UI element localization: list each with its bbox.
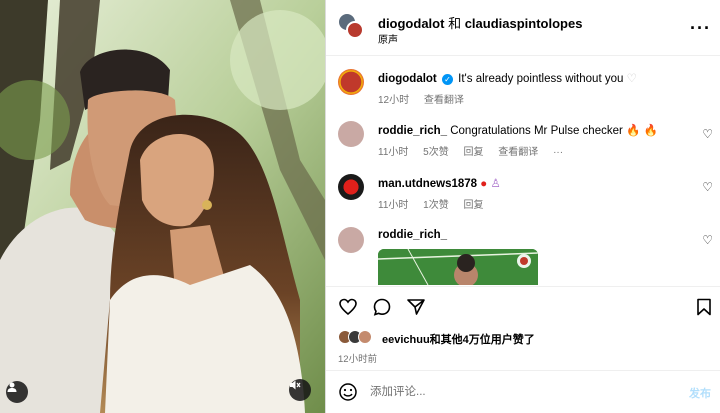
- post-media[interactable]: [0, 0, 325, 413]
- mute-icon: [290, 380, 301, 390]
- author-link[interactable]: diogodalot: [378, 16, 444, 31]
- comment-username[interactable]: roddie_rich_: [378, 125, 447, 137]
- avatar[interactable]: [346, 21, 364, 39]
- caption-meta: 12小时 查看翻译: [378, 91, 476, 106]
- post-panel: diogodalot 和 claudiaspintolopes 原声 ··· d…: [325, 0, 720, 413]
- translate-link[interactable]: 查看翻译: [424, 95, 464, 106]
- avatar[interactable]: [338, 69, 364, 95]
- fire-emoji-icon: 🔥 🔥: [626, 125, 658, 137]
- heart-icon[interactable]: ♡: [702, 127, 713, 141]
- mute-button[interactable]: [289, 379, 311, 401]
- add-comment-bar: 发布: [326, 370, 720, 413]
- post-authors: diogodalot 和 claudiaspintolopes: [378, 13, 582, 32]
- caption-line: diogodalot ✓ It's already pointless with…: [378, 71, 637, 85]
- more-icon[interactable]: ···: [690, 18, 711, 39]
- coauthor-link[interactable]: claudiaspintolopes: [465, 16, 583, 31]
- caption-text: It's already pointless without you: [458, 73, 624, 85]
- avatar[interactable]: [338, 227, 364, 253]
- comment-time: 11小时: [378, 147, 409, 158]
- bookmark-icon[interactable]: [694, 297, 714, 317]
- share-icon[interactable]: [406, 297, 426, 317]
- comment-line: roddie_rich_: [378, 229, 447, 241]
- translate-link[interactable]: 查看翻译: [498, 147, 538, 158]
- avatar[interactable]: [338, 174, 364, 200]
- user-icon: [7, 382, 17, 392]
- reply-button[interactable]: 回复: [464, 147, 484, 158]
- likes-summary: eevichuu和其他4万位用户赞了: [338, 330, 718, 346]
- red-circle-emoji-icon: ●: [480, 178, 488, 190]
- comment-line: roddie_rich_ Congratulations Mr Pulse ch…: [378, 123, 658, 137]
- verified-icon: ✓: [441, 74, 453, 85]
- tagged-users-button[interactable]: [6, 381, 28, 403]
- avatar: [358, 330, 372, 344]
- audio-label[interactable]: 原声: [378, 31, 398, 46]
- post-header: diogodalot 和 claudiaspintolopes 原声 ···: [326, 0, 720, 56]
- reply-button[interactable]: 回复: [464, 200, 484, 211]
- post-time: 12小时前: [338, 354, 378, 365]
- likes-text[interactable]: eevichuu和其他4万位用户赞了: [382, 331, 535, 347]
- comment-text: Congratulations Mr Pulse checker: [450, 125, 623, 137]
- comment-input[interactable]: [370, 383, 660, 401]
- caption-username[interactable]: diogodalot: [378, 73, 437, 85]
- comment-meta: 11小时 5次赞 回复 查看翻译 ···: [378, 143, 575, 158]
- emoji-icon[interactable]: [338, 382, 358, 402]
- comment-image[interactable]: [378, 249, 538, 285]
- comment-meta: 11小时 1次赞 回复: [378, 196, 496, 211]
- comment-line: man.utdnews1878 ● ♙: [378, 176, 501, 190]
- heart-icon[interactable]: ♡: [702, 233, 713, 247]
- action-bar: [326, 286, 720, 326]
- heart-icon[interactable]: ♡: [702, 180, 713, 194]
- comment-more-icon[interactable]: ···: [553, 147, 563, 158]
- comment-likes[interactable]: 1次赞: [423, 200, 449, 211]
- comments-list: diogodalot ✓ It's already pointless with…: [326, 57, 720, 285]
- avatar[interactable]: [338, 121, 364, 147]
- comment-time: 11小时: [378, 200, 409, 211]
- comment-icon[interactable]: [372, 297, 392, 317]
- comment-likes[interactable]: 5次赞: [423, 147, 449, 158]
- heart-emoji-icon: ♡: [626, 73, 637, 85]
- comment-image-graphic: [378, 249, 538, 285]
- person-emoji-icon: ♙: [490, 178, 501, 190]
- heart-icon[interactable]: [338, 297, 358, 317]
- post-comment-button[interactable]: 发布: [689, 385, 711, 401]
- post-photo: [0, 0, 325, 413]
- comment-username[interactable]: roddie_rich_: [378, 229, 447, 241]
- conjunction: 和: [448, 16, 462, 31]
- caption-time: 12小时: [378, 95, 410, 106]
- comment-username[interactable]: man.utdnews1878: [378, 178, 477, 190]
